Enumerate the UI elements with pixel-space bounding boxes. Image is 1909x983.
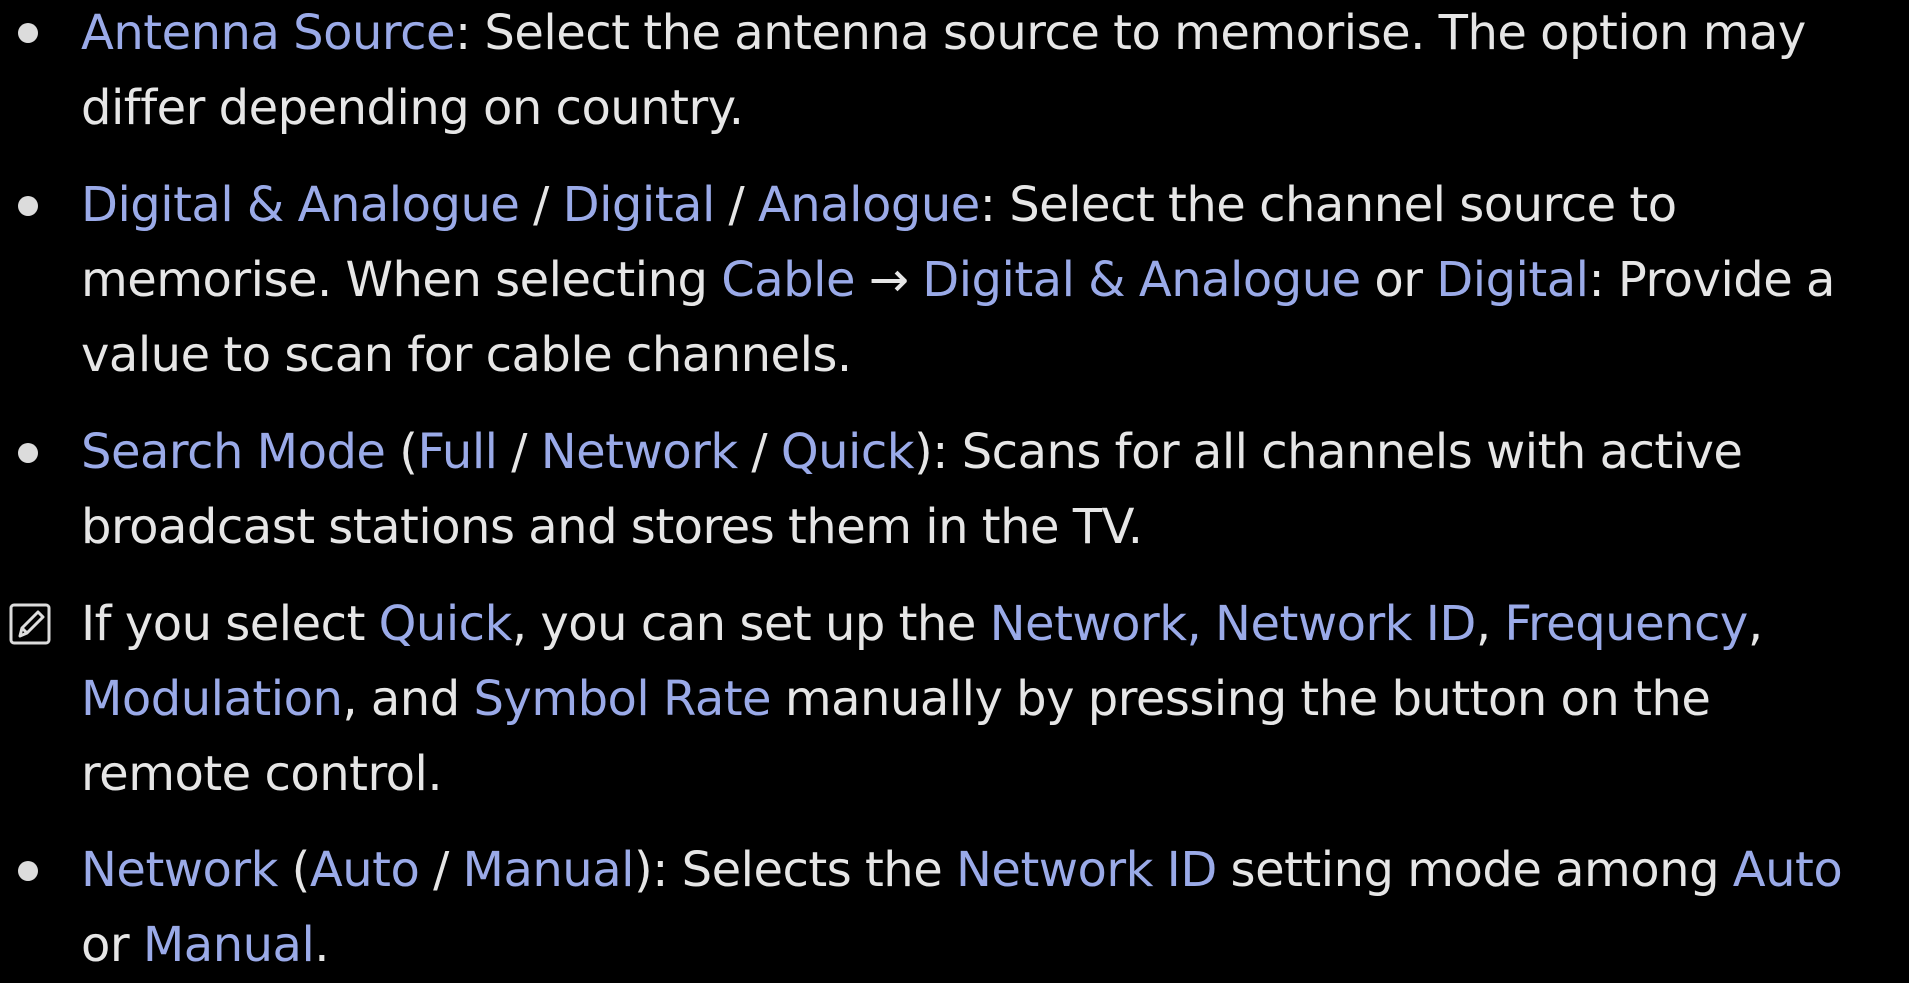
list-item-text: Digital & Analogue / Digital / Analogue:… <box>81 168 1891 393</box>
option-name: Digital & Analogue <box>81 177 520 233</box>
separator: / <box>737 424 781 480</box>
arrow-separator: → <box>855 252 923 308</box>
bullet-icon <box>18 861 38 881</box>
option-name: Network <box>81 842 278 898</box>
description: If you select <box>81 596 379 652</box>
separator: / <box>419 842 463 898</box>
option-name: Frequency <box>1504 596 1748 652</box>
option-name: Antenna Source <box>81 5 455 61</box>
separator: , <box>1747 596 1763 652</box>
list-item-text: Antenna Source: Select the antenna sourc… <box>81 0 1891 146</box>
option-name: Symbol Rate <box>473 671 772 727</box>
option-name: Quick <box>378 596 513 652</box>
separator: / <box>714 177 758 233</box>
option-name: Network, Network ID <box>989 596 1477 652</box>
separator: ( <box>277 842 311 898</box>
separator: , <box>1475 596 1505 652</box>
option-name: Cable <box>721 252 855 308</box>
separator: . <box>314 917 330 973</box>
option-name: Search Mode <box>81 424 386 480</box>
description: ): Selects the <box>633 842 956 898</box>
option-name: Manual <box>462 842 635 898</box>
option-name: Analogue <box>757 177 980 233</box>
separator: ( <box>385 424 418 480</box>
option-name: Auto <box>1732 842 1843 898</box>
option-name: Network ID <box>956 842 1217 898</box>
note-text: If you select Quick, you can set up the … <box>81 587 1891 812</box>
option-name: Digital <box>562 177 716 233</box>
option-name: Auto <box>309 842 420 898</box>
option-name: Digital & Analogue <box>922 252 1361 308</box>
description: or <box>1360 252 1437 308</box>
option-name: Network <box>540 424 738 480</box>
bullet-icon <box>18 196 38 216</box>
option-name: Modulation <box>81 671 343 727</box>
list-item-text: Network (Auto / Manual): Selects the Net… <box>81 833 1891 983</box>
separator: / <box>497 424 541 480</box>
list-item-text: Search Mode (Full / Network / Quick): Sc… <box>81 415 1891 565</box>
description: setting mode among <box>1216 842 1733 898</box>
separator: or <box>81 917 143 973</box>
bullet-icon <box>18 443 38 463</box>
option-name: Quick <box>780 424 915 480</box>
bullet-icon <box>18 23 38 43</box>
note-icon <box>9 603 51 645</box>
description: , you can set up the <box>511 596 990 652</box>
option-name: Digital <box>1436 252 1589 308</box>
separator: , and <box>342 671 474 727</box>
separator: / <box>519 177 563 233</box>
option-name: Manual <box>142 917 315 973</box>
option-name: Full <box>417 424 498 480</box>
